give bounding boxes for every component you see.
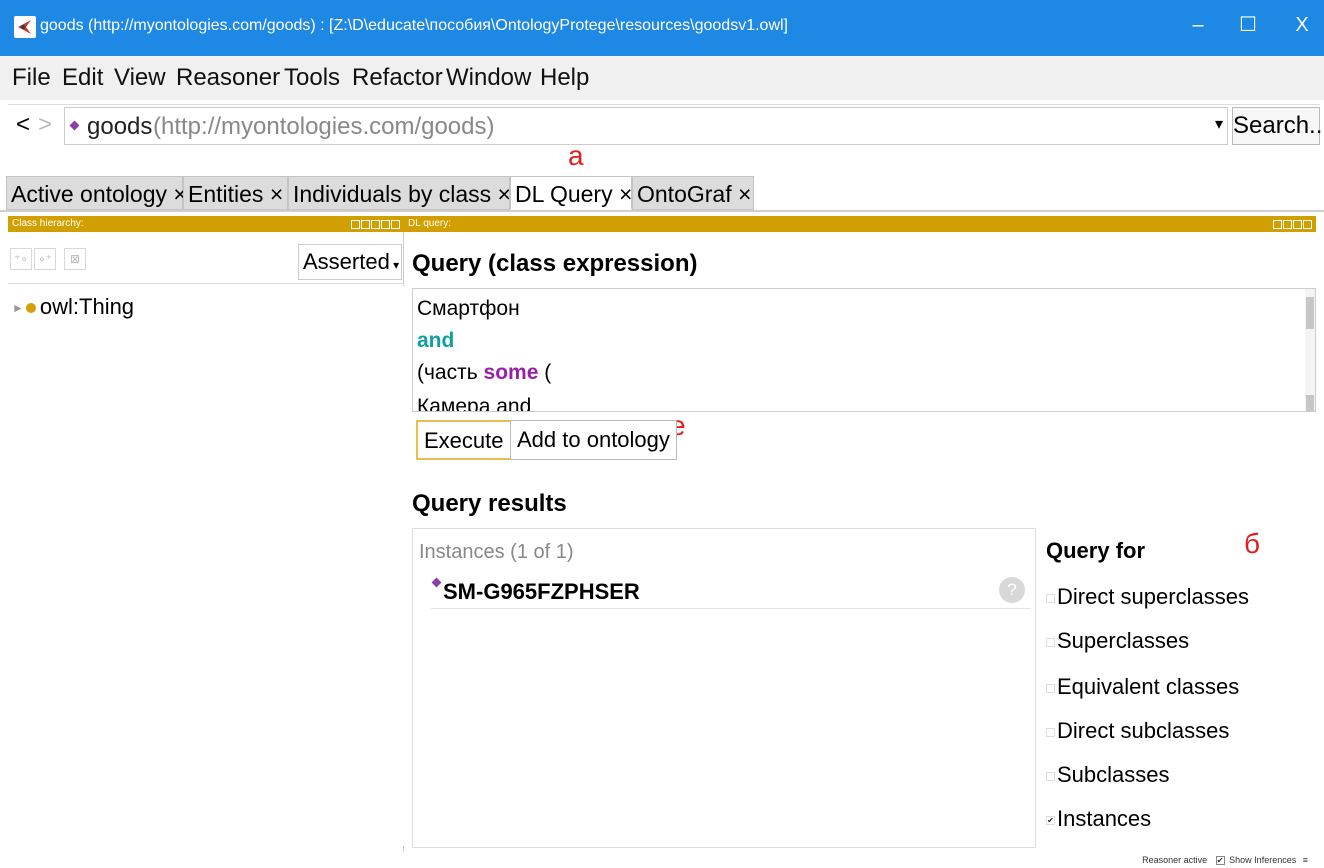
maximize-button[interactable]: ☐ <box>1228 10 1268 40</box>
hierarchy-mode-value: Asserted <box>303 249 390 274</box>
chevron-down-icon[interactable]: ▾ <box>1215 114 1223 134</box>
checkbox[interactable] <box>1046 683 1055 693</box>
query-token: ( <box>538 361 552 384</box>
chevron-down-icon: ▾ <box>389 258 400 272</box>
ontology-name: goods <box>87 113 153 140</box>
option-label: Superclasses <box>1057 628 1190 653</box>
checkbox[interactable] <box>1046 637 1055 647</box>
query-scrollbar[interactable] <box>1305 289 1315 411</box>
back-button[interactable]: < <box>16 111 30 139</box>
close-button[interactable]: X <box>1282 10 1322 40</box>
checkbox-checked[interactable]: ✔ <box>1046 815 1055 825</box>
tab-individuals-by-class[interactable]: Individuals by class × <box>288 176 511 210</box>
show-inferences-checkbox[interactable]: ✔ <box>1215 856 1225 865</box>
menu-help[interactable]: Help <box>540 64 589 92</box>
ontology-diamond-icon <box>69 120 80 131</box>
ontology-selector[interactable]: goods (http://myontologies.com/goods) ▾ <box>64 107 1228 145</box>
execute-button[interactable]: Execute <box>416 420 512 460</box>
expand-arrow-icon[interactable]: ► <box>12 301 24 315</box>
add-to-ontology-button[interactable]: Add to ontology <box>510 420 677 460</box>
menu-view[interactable]: View <box>114 64 166 92</box>
results-count: Instances (1 of 1) <box>419 541 574 563</box>
query-line: (часть some ( <box>417 361 551 385</box>
search-button[interactable]: Search... <box>1232 107 1324 145</box>
add-sibling-icon[interactable]: ∘⁺ <box>34 248 56 270</box>
results-title: Query results <box>412 490 567 517</box>
query-keyword-some: some <box>483 361 539 384</box>
annotation-a: а <box>568 140 584 171</box>
query-line: Камера and <box>417 395 532 412</box>
class-hierarchy-panel: ⁺∘ ∘⁺ ⊠ Asserted ▾ ► owl:Thing <box>8 232 404 852</box>
option-instances[interactable]: ✔ Instances <box>1046 806 1151 832</box>
menu-tools[interactable]: Tools <box>284 64 340 92</box>
menu-icon[interactable]: ≡ <box>1303 855 1308 865</box>
reasoner-status-text: Reasoner active <box>1142 855 1208 865</box>
query-results-list: Instances (1 of 1) SM-G965FZPHSER ? <box>412 528 1036 848</box>
window-title: goods (http://myontologies.com/goods) : … <box>40 17 788 34</box>
class-hierarchy-toolbar: ⁺∘ ∘⁺ ⊠ Asserted ▾ <box>8 232 404 284</box>
class-hierarchy-header: Class hierarchy: <box>8 216 404 232</box>
menu-window[interactable]: Window <box>446 64 531 92</box>
menu-edit[interactable]: Edit <box>62 64 103 92</box>
tree-node-owl-thing[interactable]: ► owl:Thing <box>12 294 134 320</box>
tab-dl-query[interactable]: DL Query × <box>510 176 632 210</box>
forward-button[interactable]: > <box>38 111 52 139</box>
menu-refactor[interactable]: Refactor <box>352 64 443 92</box>
status-bar: Reasoner active ✔ Show Inferences ≡ <box>0 852 1324 868</box>
menu-file[interactable]: File <box>12 64 51 92</box>
reasoner-status: Reasoner active ✔ Show Inferences ≡ <box>1142 855 1308 865</box>
query-keyword-and: and <box>417 329 455 352</box>
option-label: Subclasses <box>1057 762 1170 787</box>
protege-app-icon <box>14 16 36 38</box>
add-subclass-icon[interactable]: ⁺∘ <box>10 248 32 270</box>
class-tree: ► owl:Thing <box>8 286 404 846</box>
dl-query-header: DL query: <box>404 216 1316 232</box>
tab-entities[interactable]: Entities × <box>183 176 288 210</box>
option-direct-superclasses[interactable]: Direct superclasses <box>1046 584 1249 610</box>
query-token: (часть <box>417 361 484 384</box>
individual-diamond-icon <box>431 577 442 588</box>
dl-query-panel: Query (class expression) Смартфон and (ч… <box>404 232 1316 852</box>
checkbox[interactable] <box>1046 771 1055 781</box>
option-equivalent-classes[interactable]: Equivalent classes <box>1046 674 1239 700</box>
tab-bar: Active ontology × Entities × Individuals… <box>0 174 1324 212</box>
option-label: Direct superclasses <box>1057 584 1249 609</box>
window-titlebar: goods (http://myontologies.com/goods) : … <box>0 0 1324 56</box>
checkbox[interactable] <box>1046 593 1055 603</box>
panel-controls[interactable] <box>1272 219 1312 229</box>
panel-controls[interactable] <box>350 219 400 229</box>
query-for-options: Query for Direct superclasses Superclass… <box>1046 528 1316 848</box>
option-direct-subclasses[interactable]: Direct subclasses <box>1046 718 1229 744</box>
tab-active-ontology[interactable]: Active ontology × <box>6 176 187 210</box>
ontology-iri: (http://myontologies.com/goods) <box>153 113 495 140</box>
option-label: Instances <box>1057 806 1152 831</box>
dl-query-header-label: DL query: <box>408 218 451 229</box>
option-label: Direct subclasses <box>1057 718 1230 743</box>
class-hierarchy-header-label: Class hierarchy: <box>12 218 84 229</box>
menu-bar: File Edit View Reasoner Tools Refactor W… <box>0 56 1324 100</box>
menu-reasoner[interactable]: Reasoner <box>176 64 280 92</box>
option-subclasses[interactable]: Subclasses <box>1046 762 1170 788</box>
query-title: Query (class expression) <box>412 250 698 277</box>
list-item[interactable]: SM-G965FZPHSER ? <box>431 573 1031 609</box>
query-line: Смартфон <box>417 297 520 320</box>
individual-name: SM-G965FZPHSER <box>443 579 640 604</box>
query-editor[interactable]: Смартфон and (часть some ( Камера and <box>412 288 1316 412</box>
query-for-title: Query for <box>1046 538 1146 563</box>
ontology-address-bar: < > goods (http://myontologies.com/goods… <box>8 104 1324 146</box>
minimize-button[interactable]: – <box>1178 10 1218 40</box>
option-label: Equivalent classes <box>1057 674 1240 699</box>
hierarchy-mode-select[interactable]: Asserted ▾ <box>298 244 402 280</box>
show-inferences-label: Show Inferences <box>1229 855 1297 865</box>
delete-class-icon[interactable]: ⊠ <box>64 248 86 270</box>
checkbox[interactable] <box>1046 727 1055 737</box>
tree-node-label: owl:Thing <box>39 294 135 319</box>
option-superclasses[interactable]: Superclasses <box>1046 628 1189 654</box>
tab-ontograf[interactable]: OntoGraf × <box>632 176 754 210</box>
class-dot-icon <box>25 303 36 314</box>
help-icon[interactable]: ? <box>999 577 1025 603</box>
